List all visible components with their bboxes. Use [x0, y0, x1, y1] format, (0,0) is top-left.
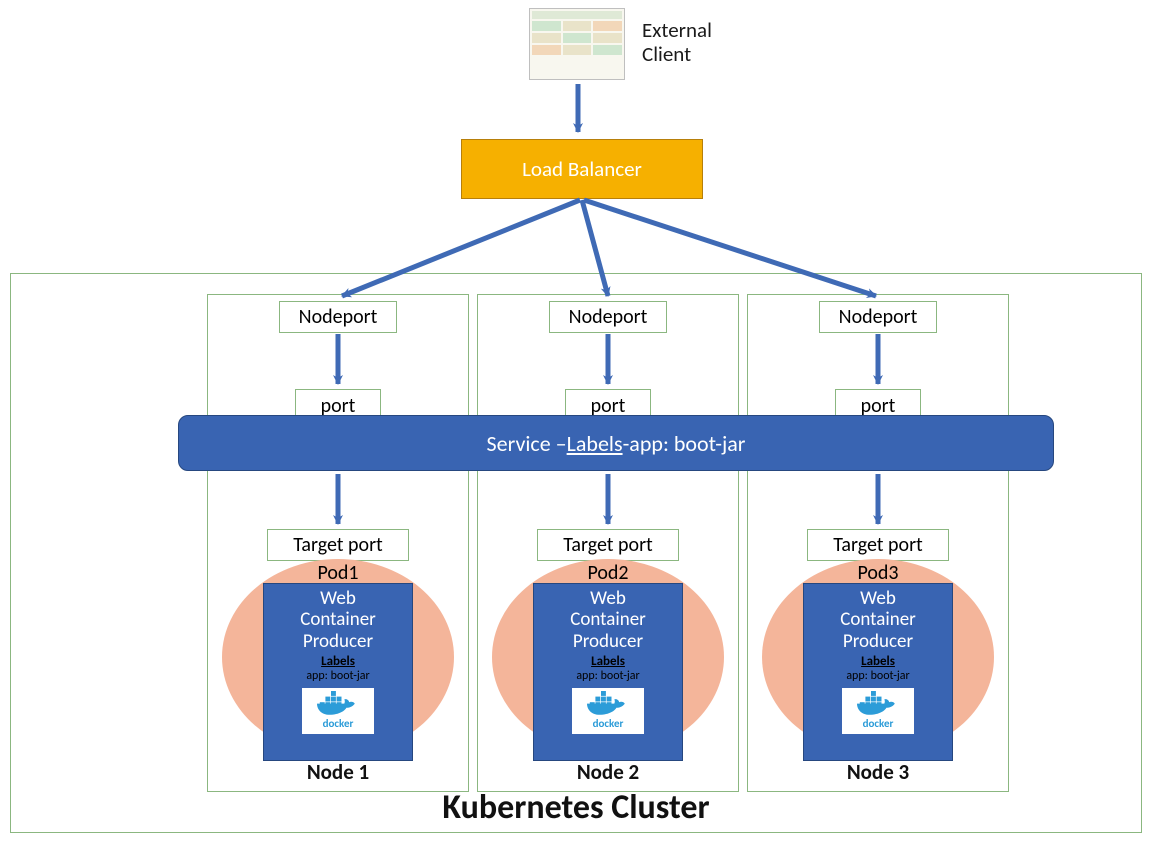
external-client-line2: Client: [642, 42, 712, 66]
pod-label: Pod2: [587, 561, 628, 585]
nodeport-label: Nodeport: [299, 305, 378, 329]
nodeport-box: Nodeport: [279, 301, 397, 333]
nodeport-label: Nodeport: [839, 305, 918, 329]
nodeport-label: Nodeport: [569, 305, 648, 329]
load-balancer-label: Load Balancer: [522, 156, 642, 182]
docker-icon: [585, 691, 631, 719]
nodeport-box: Nodeport: [819, 301, 937, 333]
container-title-2: Container: [534, 609, 682, 630]
container-title-3: Producer: [804, 631, 952, 652]
container-card: Web Container Producer Labels app: boot-…: [263, 583, 413, 761]
container-title-1: Web: [264, 588, 412, 609]
load-balancer-box: Load Balancer: [461, 139, 703, 199]
docker-text: docker: [593, 717, 624, 730]
container-title-3: Producer: [264, 631, 412, 652]
node-2: Nodeport port Target port Pod2 Web Conta…: [477, 294, 739, 792]
container-title-2: Container: [804, 609, 952, 630]
docker-icon: [855, 691, 901, 719]
nodeport-box: Nodeport: [549, 301, 667, 333]
container-labels-value: app: boot-jar: [534, 669, 682, 683]
container-labels-value: app: boot-jar: [264, 669, 412, 683]
node-label: Node 1: [208, 759, 468, 785]
container-title-1: Web: [804, 588, 952, 609]
docker-text: docker: [323, 717, 354, 730]
pod-label: Pod3: [857, 561, 898, 585]
target-port-label: Target port: [293, 533, 383, 557]
container-labels-word: Labels: [804, 654, 952, 669]
container-title-3: Producer: [534, 631, 682, 652]
docker-badge: docker: [302, 688, 374, 734]
service-labels-word: Labels: [567, 430, 623, 457]
cluster-title: Kubernetes Cluster: [11, 787, 1141, 828]
container-labels-value: app: boot-jar: [804, 669, 952, 683]
pod-label: Pod1: [317, 561, 358, 585]
external-client-label: External Client: [642, 18, 712, 66]
docker-badge: docker: [572, 688, 644, 734]
container-labels-word: Labels: [264, 654, 412, 669]
docker-text: docker: [863, 717, 894, 730]
node-label: Node 3: [748, 759, 1008, 785]
target-port-label: Target port: [563, 533, 653, 557]
container-labels-word: Labels: [534, 654, 682, 669]
service-suffix: -app: boot-jar: [623, 430, 746, 457]
container-title-2: Container: [264, 609, 412, 630]
target-port-box: Target port: [537, 529, 679, 561]
container-title-1: Web: [534, 588, 682, 609]
external-client-thumbnail: [529, 8, 625, 80]
service-banner: Service – Labels -app: boot-jar: [178, 415, 1054, 471]
target-port-label: Target port: [833, 533, 923, 557]
container-card: Web Container Producer Labels app: boot-…: [803, 583, 953, 761]
node-label: Node 2: [478, 759, 738, 785]
docker-badge: docker: [842, 688, 914, 734]
node-3: Nodeport port Target port Pod3 Web Conta…: [747, 294, 1009, 792]
docker-icon: [315, 691, 361, 719]
service-prefix: Service –: [487, 430, 567, 457]
external-client-line1: External: [642, 18, 712, 42]
target-port-box: Target port: [267, 529, 409, 561]
container-card: Web Container Producer Labels app: boot-…: [533, 583, 683, 761]
target-port-box: Target port: [807, 529, 949, 561]
node-1: Nodeport port Target port Pod1 Web Conta…: [207, 294, 469, 792]
